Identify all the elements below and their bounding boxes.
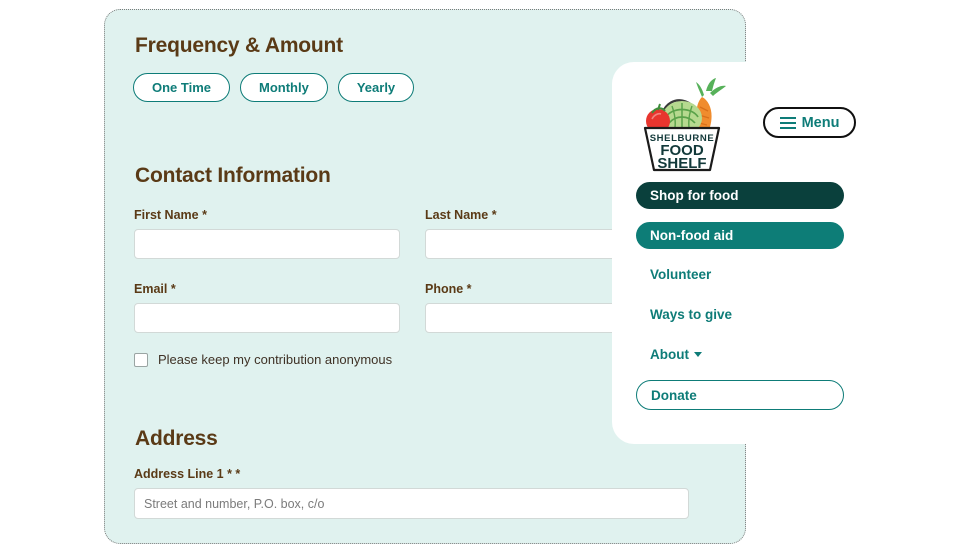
address-line-1-label: Address Line 1 * * (134, 467, 241, 481)
contact-section-title: Contact Information (135, 164, 331, 187)
first-name-field-group: First Name * (134, 208, 400, 259)
hamburger-icon (779, 116, 796, 129)
nav-item-label: Ways to give (650, 307, 733, 322)
address-line-1-field-group: Address Line 1 * * (134, 467, 689, 519)
svg-text:SHELF: SHELF (657, 155, 706, 172)
nav-item-about[interactable]: About (636, 341, 844, 368)
anonymous-checkbox-label: Please keep my contribution anonymous (158, 352, 393, 367)
anonymous-checkbox[interactable] (134, 352, 148, 367)
anonymous-checkbox-row[interactable]: Please keep my contribution anonymous (134, 352, 392, 367)
frequency-option-monthly[interactable]: Monthly (240, 73, 328, 102)
nav-item-donate[interactable]: Donate (636, 380, 844, 410)
frequency-options: One Time Monthly Yearly (133, 73, 415, 102)
navigation-panel: SHELBURNE FOOD SHELF Menu Shop for food … (612, 62, 980, 444)
frequency-section-title: Frequency & Amount (135, 34, 343, 57)
chevron-down-icon (693, 352, 702, 357)
address-section-title: Address (135, 427, 218, 450)
shelburne-food-shelf-logo[interactable]: SHELBURNE FOOD SHELF (636, 73, 728, 173)
email-field-group: Email * (134, 282, 400, 333)
email-input[interactable] (134, 303, 400, 333)
first-name-input[interactable] (134, 229, 400, 259)
frequency-option-yearly[interactable]: Yearly (337, 73, 415, 102)
screenshot-root: Frequency & Amount One Time Monthly Year… (0, 0, 980, 552)
address-line-1-input[interactable] (134, 488, 689, 519)
frequency-option-one-time[interactable]: One Time (133, 73, 231, 102)
nav-item-label: About (650, 347, 689, 362)
menu-button-label: Menu (801, 114, 840, 131)
menu-button[interactable]: Menu (763, 107, 856, 138)
nav-item-label: Volunteer (650, 267, 712, 282)
nav-item-label: Donate (651, 387, 697, 403)
nav-item-label: Shop for food (650, 188, 739, 203)
nav-item-volunteer[interactable]: Volunteer (636, 261, 844, 288)
grocery-basket-icon: SHELBURNE FOOD SHELF (643, 78, 726, 172)
first-name-label: First Name * (134, 208, 207, 222)
nav-item-non-food-aid[interactable]: Non-food aid (636, 222, 844, 249)
nav-item-shop-for-food[interactable]: Shop for food (636, 182, 844, 209)
nav-item-ways-to-give[interactable]: Ways to give (636, 301, 844, 328)
nav-item-label: Non-food aid (650, 228, 734, 243)
email-label: Email * (134, 282, 176, 296)
